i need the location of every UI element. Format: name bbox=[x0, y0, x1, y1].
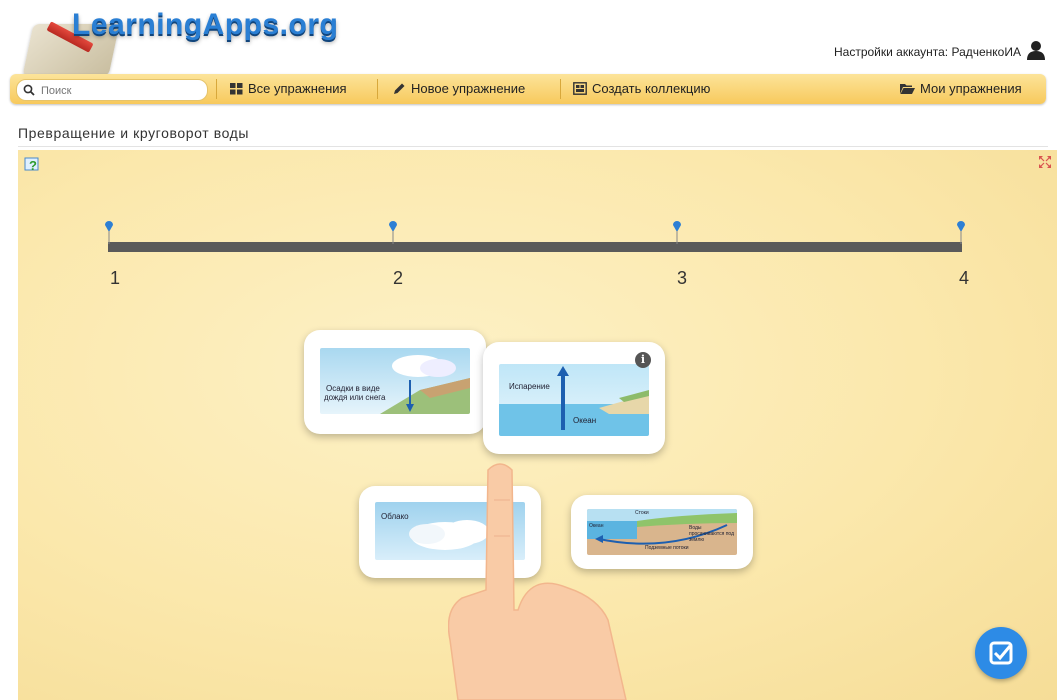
my-exercises-button[interactable]: Мои упражнения bbox=[900, 81, 1022, 96]
timeline-bar bbox=[108, 242, 962, 252]
card-text: Подземные потоки bbox=[645, 545, 689, 551]
timeline-marker-icon bbox=[389, 221, 397, 244]
grid-icon bbox=[230, 83, 243, 95]
drag-hand-icon bbox=[448, 463, 627, 700]
timeline-tick-label: 4 bbox=[959, 268, 970, 288]
user-icon[interactable] bbox=[1027, 40, 1045, 60]
new-exercise-button[interactable]: Новое упражнение bbox=[393, 81, 525, 96]
help-icon[interactable]: ? bbox=[24, 156, 42, 174]
timeline-tick-label: 2 bbox=[393, 268, 404, 288]
card-image: Осадки в виде дождя или снега bbox=[320, 348, 470, 414]
toolbar-divider bbox=[377, 79, 378, 99]
search-input[interactable] bbox=[39, 82, 203, 99]
svg-text:?: ? bbox=[29, 158, 37, 173]
toolbar-divider bbox=[216, 79, 217, 99]
card-text: Осадки в виде bbox=[326, 384, 380, 393]
card-precipitation[interactable]: Осадки в виде дождя или снега bbox=[304, 330, 486, 434]
page-title: Превращение и круговорот воды bbox=[18, 125, 250, 141]
check-answer-button[interactable] bbox=[975, 627, 1027, 679]
card-text: дождя или снега bbox=[324, 393, 386, 402]
collection-icon bbox=[573, 82, 587, 95]
pencil-icon bbox=[394, 83, 405, 94]
card-evaporation[interactable]: Испарение Океан i bbox=[483, 342, 665, 454]
create-collection-label: Создать коллекцию bbox=[592, 81, 711, 96]
card-text: Облако bbox=[381, 512, 409, 521]
check-icon bbox=[989, 641, 1013, 665]
title-divider bbox=[18, 146, 1048, 147]
new-exercise-label: Новое упражнение bbox=[411, 81, 526, 96]
exercise-area: ? 1 2 3 4 Осадки в виде дождя или снега bbox=[18, 150, 1057, 700]
toolbar-divider bbox=[560, 79, 561, 99]
timeline-marker-icon bbox=[673, 221, 681, 244]
card-text: Испарение bbox=[509, 382, 550, 391]
account-settings-link[interactable]: Настройки аккаунта: РадченкоИА bbox=[834, 45, 1021, 59]
my-exercises-label: Мои упражнения bbox=[920, 81, 1022, 96]
timeline-tick-label: 1 bbox=[110, 268, 121, 288]
search-icon bbox=[23, 84, 35, 96]
search-box bbox=[16, 79, 208, 101]
fullscreen-icon[interactable] bbox=[1039, 156, 1051, 168]
logo-text: LearningApps.org bbox=[72, 8, 339, 41]
precipitation-image bbox=[380, 355, 470, 414]
folder-open-icon bbox=[900, 84, 915, 94]
main-toolbar: Все упражнения Новое упражнение Создать … bbox=[10, 74, 1046, 104]
card-text: Воды просачиваются под землю bbox=[689, 525, 734, 543]
card-text: Океан bbox=[573, 416, 597, 425]
timeline-marker-icon bbox=[105, 221, 113, 244]
evaporation-image bbox=[499, 366, 649, 436]
logo[interactable]: LearningApps.org bbox=[18, 8, 398, 76]
all-exercises-label: Все упражнения bbox=[248, 81, 347, 96]
info-icon[interactable]: i bbox=[635, 352, 651, 368]
card-image: Испарение Океан bbox=[499, 364, 649, 436]
create-collection-button[interactable]: Создать коллекцию bbox=[573, 81, 710, 96]
timeline-marker-icon bbox=[957, 221, 965, 244]
timeline-tick-label: 3 bbox=[677, 268, 688, 288]
all-exercises-button[interactable]: Все упражнения bbox=[230, 81, 347, 96]
